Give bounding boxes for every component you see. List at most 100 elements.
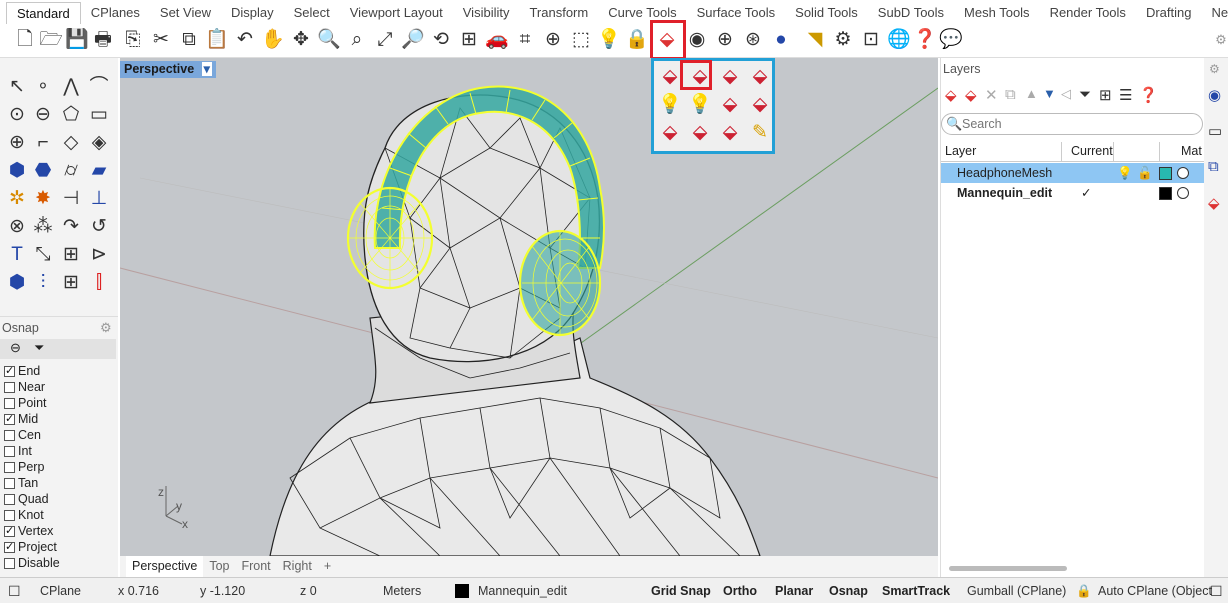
toolbar-settings-icon[interactable]: ⚙ [1208,26,1228,54]
col-current[interactable]: Current [1071,144,1113,158]
viewport-menu-arrow[interactable]: ▾ [201,62,212,76]
layer-flyout-icon-8[interactable]: ⬙ [746,92,774,118]
osnap-item-tan[interactable]: Tan [4,475,38,491]
undo-view-icon[interactable]: ⟲ [428,26,454,54]
layer-material-icon[interactable] [1177,187,1189,199]
box-icon[interactable]: ⬢ [4,158,30,184]
cylinder-icon[interactable]: ⌭ [58,158,84,184]
osnap-checkbox[interactable] [4,477,15,489]
sphere-wire-icon[interactable]: ⊕ [712,26,738,54]
tab-transform[interactable]: Transform [519,2,598,24]
osnap-checkbox[interactable] [4,493,15,505]
osnap-target-icon[interactable]: ⊖ [10,340,21,356]
osnap-checkbox[interactable] [4,397,15,409]
tab-solid-tools[interactable]: Solid Tools [785,2,868,24]
copy-icon[interactable]: ⧉ [176,26,202,54]
tab-cplanes[interactable]: CPlanes [81,2,150,24]
osnap-item-vertex[interactable]: ✓ Vertex [4,523,53,539]
tab-set-view[interactable]: Set View [150,2,221,24]
osnap-checkbox[interactable] [4,509,15,521]
layer-flyout-icon-10[interactable]: ⬙ [686,120,714,146]
layers-search-input[interactable] [962,116,1192,132]
smarttrack-button[interactable]: SmartTrack [882,578,950,603]
osnap-item-quad[interactable]: Quad [4,491,49,507]
osnap-item-perp[interactable]: Perp [4,459,44,475]
rectangle-icon[interactable]: ▭ [86,102,112,128]
lock-icon[interactable]: 🔒 [624,26,650,54]
globe-icon[interactable]: 🌐 [886,26,912,54]
polyline-icon[interactable]: ⋀ [58,74,84,100]
perspective-viewport[interactable]: z y x [120,58,938,556]
osnap-item-point[interactable]: Point [4,395,47,411]
layer-current-check[interactable]: ✓ [1081,183,1091,203]
status-toggle-icon[interactable]: ☐ [1210,578,1223,603]
loft-icon[interactable]: ◈ [86,130,112,156]
layer-flyout-icon-6[interactable]: 💡 [686,92,714,118]
layer-flyout-icon-12[interactable]: ✎ [746,120,774,146]
osnap-item-cen[interactable]: Cen [4,427,41,443]
layers-help-icon[interactable]: ❓ [1139,86,1158,104]
col-material[interactable]: Mat [1181,144,1202,158]
osnap-checkbox[interactable]: ✓ [4,413,15,425]
osnap-item-end[interactable]: ✓ End [4,363,40,379]
fillet-icon[interactable]: ⌐ [30,130,56,156]
layer-flyout-icon-5[interactable]: 💡 [656,92,684,118]
open-folder-icon[interactable]: 🗁 [38,26,64,54]
print-icon[interactable]: 🖶 [90,26,116,54]
curve-icon[interactable]: ⌒ [86,74,112,100]
properties-icon[interactable]: ⎘ [120,26,146,54]
four-view-icon[interactable]: ⊞ [456,26,482,54]
move-up-icon[interactable]: ▲ [1025,86,1038,101]
view-tab-top[interactable]: Top [203,556,235,577]
col-layer[interactable]: Layer [945,144,976,158]
osnap-item-int[interactable]: Int [4,443,32,459]
solid-union-icon[interactable]: ⬣ [30,158,56,184]
status-cplane[interactable]: CPlane [40,578,81,603]
undo-icon[interactable]: ↶ [232,26,258,54]
osnap-settings-icon[interactable]: ⚙ [100,320,112,336]
grid-snap-button[interactable]: Grid Snap [651,578,711,603]
osnap-item-disable[interactable]: Disable [4,555,60,571]
surface-icon[interactable]: ◇ [58,130,84,156]
osnap-checkbox[interactable] [4,445,15,457]
rotate3d-icon[interactable]: ↺ [86,214,112,240]
panel-settings-icon[interactable]: ⚙ [1209,62,1220,76]
array-grid-icon[interactable]: ⊞ [58,270,84,296]
layer-visible-icon[interactable]: 💡 [1117,163,1133,183]
layout-icon[interactable]: ⊡ [858,26,884,54]
osnap-checkbox[interactable]: ✓ [4,365,15,377]
cut-icon[interactable]: ✂ [148,26,174,54]
mesh-plane-icon[interactable]: ▰ [86,158,112,184]
view-tab-front[interactable]: Front [235,556,276,577]
tab-select[interactable]: Select [284,2,340,24]
render-sphere-icon[interactable]: ● [768,26,794,54]
osnap-checkbox[interactable]: ✓ [4,525,15,537]
trim-icon[interactable]: ⊥ [86,186,112,212]
new-layer-icon[interactable]: ⬙ [945,86,957,104]
osnap-checkbox[interactable]: ✓ [4,541,15,553]
move-left-icon[interactable]: ◁ [1061,86,1071,102]
auto-cplane-button[interactable]: Auto CPlane (Object [1098,578,1212,603]
boolean-icon[interactable]: ⊗ [4,214,30,240]
status-layer-swatch[interactable] [455,584,469,598]
grid-icon[interactable]: ⌗ [512,26,538,54]
layer-flyout-icon-4[interactable]: ⬙ [746,64,774,90]
tab-surface-tools[interactable]: Surface Tools [687,2,786,24]
select-arrow-icon[interactable]: ↖ [4,74,30,100]
menu-icon[interactable]: ☰ [1119,86,1132,104]
delete-layer-icon[interactable]: ✕ [985,86,998,104]
tab-standard[interactable]: Standard [6,2,81,24]
save-icon[interactable]: 💾 [64,26,90,54]
tab-visibility[interactable]: Visibility [453,2,520,24]
layer-flyout-icon-7[interactable]: ⬙ [716,92,744,118]
tab-drafting[interactable]: Drafting [1136,2,1202,24]
layers-scrollbar[interactable] [949,566,1067,571]
zoom-selected-icon[interactable]: 🔎 [400,26,426,54]
array-icon[interactable]: ⁂ [30,214,56,240]
move-down-icon[interactable]: ▼ [1043,86,1056,101]
arc-icon[interactable]: ⊕ [4,130,30,156]
view-tab-right[interactable]: Right [277,556,318,577]
layer-row-headphonemesh[interactable]: HeadphoneMesh 💡 🔓 [941,163,1205,183]
cplane-icon[interactable]: ⊕ [540,26,566,54]
table-icon[interactable]: ⊞ [1099,86,1112,104]
